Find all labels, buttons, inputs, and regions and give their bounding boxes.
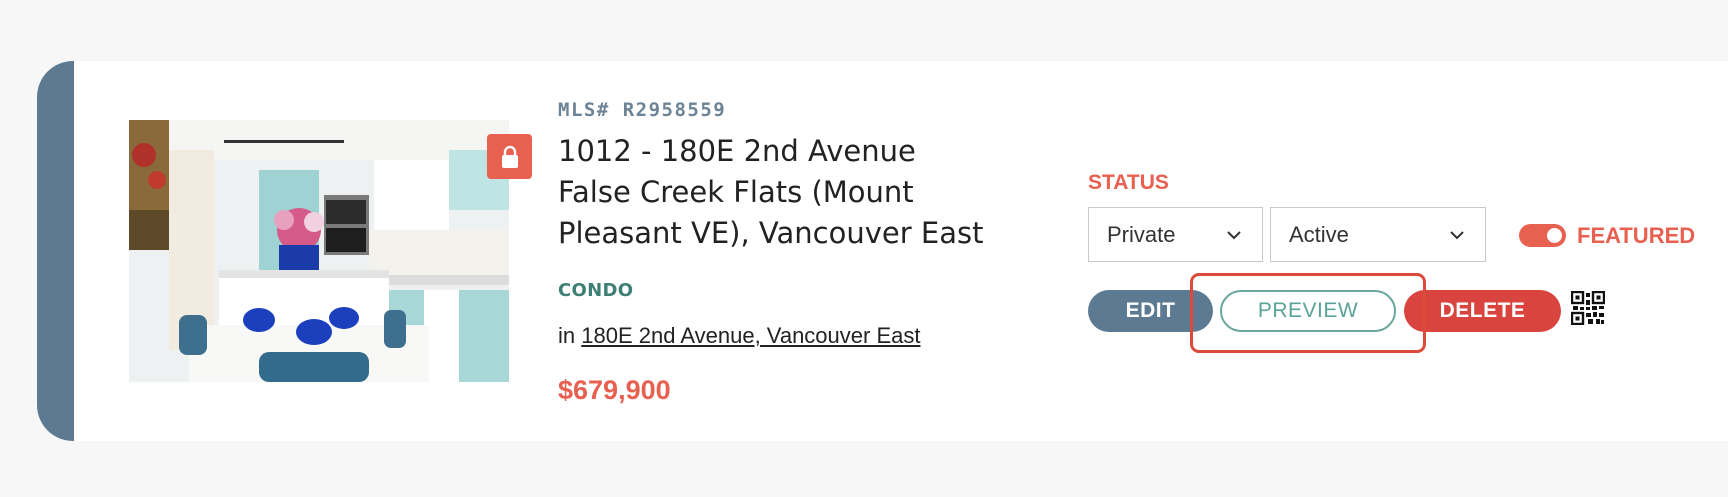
state-select-value: Active [1289,221,1349,247]
qr-code-icon[interactable] [1571,291,1605,325]
listing-address[interactable]: 1012 - 180E 2nd Avenue False Creek Flats… [558,131,1018,254]
visibility-select-value: Private [1107,221,1176,247]
location-prefix: in [558,323,576,348]
address-line-3: Pleasant VE), Vancouver East [558,216,984,250]
lock-icon [501,145,518,168]
preview-highlight-box [1190,273,1426,353]
address-line-1: 1012 - 180E 2nd Avenue [558,134,916,168]
location-link[interactable]: 180E 2nd Avenue, Vancouver East [581,323,920,348]
featured-toggle[interactable] [1519,224,1566,247]
toggle-knob [1547,228,1562,243]
card-accent-bar [37,61,74,441]
kitchen-photo-image [129,120,509,382]
listing-photo[interactable] [129,120,509,382]
visibility-select[interactable]: Private [1088,207,1263,262]
address-line-2: False Creek Flats (Mount [558,175,914,209]
state-select[interactable]: Active [1270,207,1486,262]
listing-location: in 180E 2nd Avenue, Vancouver East [558,323,920,349]
chevron-down-icon [1450,231,1464,240]
delete-button[interactable]: DELETE [1404,290,1561,332]
mls-number: MLS# R2958559 [558,99,727,121]
property-type: CONDO [558,280,634,301]
listing-card: MLS# R2958559 1012 - 180E 2nd Avenue Fal… [37,61,1728,441]
private-lock-badge[interactable] [487,134,532,179]
chevron-down-icon [1227,231,1241,240]
listing-price: $679,900 [558,375,671,405]
status-label: STATUS [1088,171,1169,194]
featured-label: FEATURED [1577,223,1696,248]
